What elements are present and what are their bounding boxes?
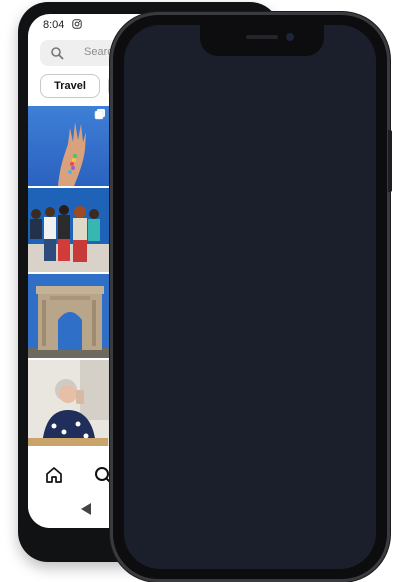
- search-icon: [51, 47, 64, 60]
- chip-travel[interactable]: Travel: [40, 74, 100, 98]
- front-phone-screen: [124, 25, 376, 569]
- front-camera: [286, 33, 294, 41]
- speaker-grille: [246, 35, 278, 39]
- status-time: 8:04: [43, 19, 65, 31]
- multiple-posts-icon: [94, 109, 105, 120]
- side-button: [388, 130, 392, 192]
- front-phone: [110, 12, 390, 582]
- home-icon[interactable]: [44, 465, 64, 485]
- back-triangle-icon[interactable]: [80, 502, 92, 516]
- notch: [200, 25, 324, 56]
- instagram-icon: [72, 19, 82, 29]
